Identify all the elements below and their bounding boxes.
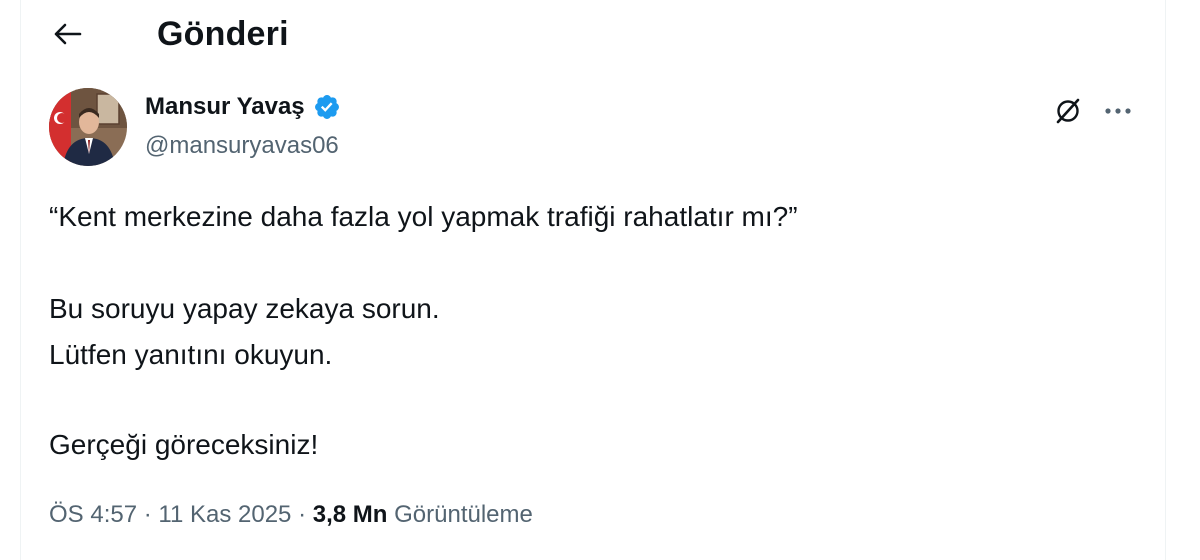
tweet-text-line: “Kent merkezine daha fazla yol yapmak tr… [49,201,798,232]
views-label: Görüntüleme [394,501,533,528]
post-time[interactable]: ÖS 4:57 [49,501,137,528]
grok-button[interactable] [1051,94,1085,128]
back-button[interactable] [47,14,87,54]
avatar-image [49,88,127,166]
author-name-text: Mansur Yavaş [145,93,305,120]
grok-icon [1056,98,1080,124]
author-name[interactable]: Mansur Yavaş [145,92,341,122]
page-title: Gönderi [157,15,289,53]
post-date[interactable]: 11 Kas 2025 [158,501,291,528]
meta-separator: · [143,501,152,528]
more-horizontal-icon [1105,108,1131,114]
post-column: Gönderi Mansur Yavaş @mansuryavas06 “Ken… [20,0,1166,560]
post-meta: ÖS 4:57 · 11 Kas 2025 · 3,8 Mn Görüntüle… [49,500,533,530]
arrow-left-icon [54,23,82,45]
verified-badge-icon [314,95,339,119]
post-header: Gönderi [21,0,1165,72]
tweet-text-line: Bu soruyu yapay zekaya sorun. [49,293,440,324]
avatar[interactable] [49,88,127,166]
meta-separator: · [298,501,307,528]
views-count: 3,8 Mn [312,501,388,528]
tweet-text-line: Lütfen yanıtını okuyun. [49,339,333,370]
more-options-button[interactable] [1101,94,1135,128]
tweet-text-line: Gerçeği göreceksiniz! [49,429,319,460]
author-handle[interactable]: @mansuryavas06 [145,131,339,161]
